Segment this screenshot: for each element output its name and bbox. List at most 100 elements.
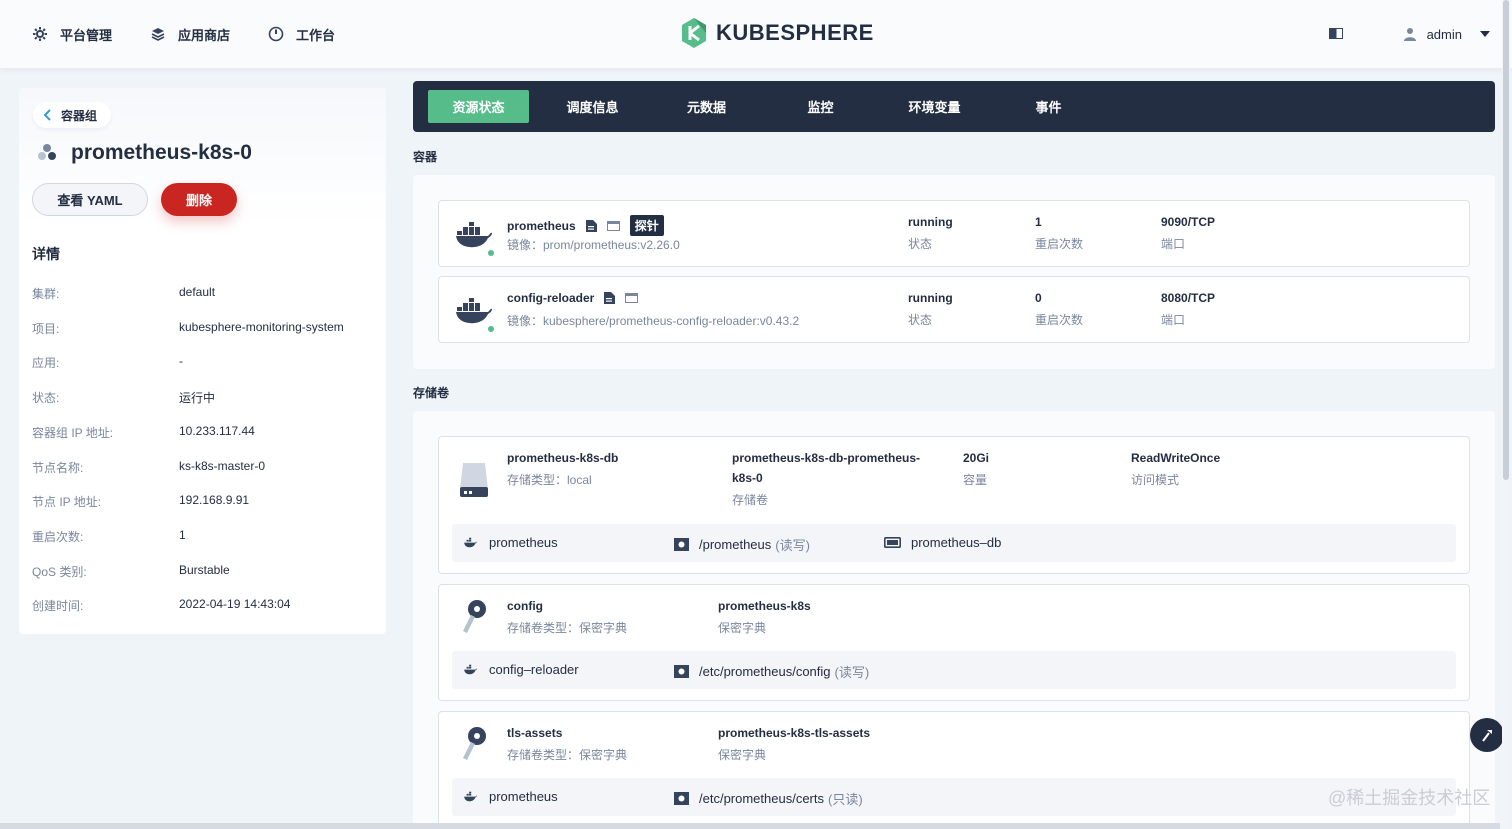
- detail-row: 节点名称: ks-k8s-master-0: [32, 459, 265, 476]
- detail-value: 运行中: [179, 391, 216, 406]
- port-label: 端口: [1161, 313, 1186, 327]
- volume-card[interactable]: tls-assets 存储卷类型：保密字典 prometheus-k8s-tls-…: [438, 711, 1470, 829]
- detail-key: 节点名称:: [32, 460, 84, 475]
- mount-mode: (只读): [828, 792, 863, 807]
- detail-key: 创建时间:: [32, 599, 84, 614]
- view-yaml-button[interactable]: 查看 YAML: [32, 183, 148, 216]
- volume-name-text: tls-assets: [507, 726, 563, 740]
- file-icon[interactable]: [585, 219, 597, 232]
- volume-access-mode: ReadWriteOnce 访问模式: [1131, 451, 1220, 488]
- horizontal-scrollbar[interactable]: [0, 823, 1500, 829]
- detail-value: Burstable: [179, 562, 230, 577]
- terminal-icon[interactable]: [606, 220, 620, 231]
- kubesphere-logo-icon: [682, 18, 706, 48]
- mount-volume: prometheus–db: [884, 535, 1001, 550]
- notification-icon[interactable]: [1329, 28, 1343, 39]
- container-row[interactable]: config-reloader 镜像：kubesphere/prometheus…: [438, 276, 1470, 343]
- restarts-label: 重启次数: [1035, 237, 1084, 251]
- back-label: 容器组: [61, 108, 98, 123]
- disk-icon: [460, 463, 488, 497]
- mount-mode: (读写): [775, 538, 810, 553]
- detail-value: 192.168.9.91: [179, 493, 250, 508]
- key-icon: [463, 600, 486, 633]
- volume-mount-row: prometheus /prometheus (读写) prometheus–db: [452, 524, 1456, 562]
- nav-platform-management[interactable]: 平台管理: [32, 0, 112, 68]
- pod-detail-card: 容器组 prometheus-k8s-0 查看 YAML 删除 详情 集群: de…: [19, 88, 386, 634]
- status-label: 状态: [908, 237, 933, 251]
- probe-badge[interactable]: 探针: [629, 215, 664, 236]
- file-icon[interactable]: [604, 292, 616, 304]
- volume-name-text: config: [507, 599, 543, 613]
- docker-icon: [456, 222, 492, 248]
- port-value: 9090/TCP: [1161, 215, 1216, 229]
- detail-value: ks-k8s-master-0: [179, 458, 266, 473]
- tab-env-vars[interactable]: 环境变量: [884, 90, 985, 123]
- user-icon: [1403, 28, 1416, 41]
- mount-path: /etc/prometheus/config (读写): [674, 662, 869, 681]
- toolbox-button[interactable]: [1470, 718, 1504, 752]
- detail-key: 项目:: [32, 321, 60, 336]
- volume-mount-row: config–reloader /etc/prometheus/config (读…: [452, 651, 1456, 689]
- mount-icon: [674, 665, 689, 678]
- tab-events[interactable]: 事件: [998, 90, 1099, 123]
- container-name-text: config-reloader: [507, 291, 595, 305]
- container-status: running 状态: [908, 215, 953, 252]
- container-port: 8080/TCP 端口: [1161, 291, 1215, 328]
- container-row[interactable]: prometheus 探针 镜像：prom/prometheus:v2.26.0…: [438, 200, 1470, 267]
- page-scrollbar[interactable]: [1502, 0, 1510, 829]
- terminal-icon[interactable]: [625, 293, 639, 303]
- detail-row: 应用: -: [32, 354, 183, 371]
- volume-card[interactable]: prometheus-k8s-db 存储类型：local prometheus-k…: [438, 436, 1470, 574]
- key-icon: [463, 727, 486, 760]
- volume-card[interactable]: config 存储卷类型：保密字典 prometheus-k8s 保密字典 conf…: [438, 584, 1470, 701]
- detail-value: 10.233.117.44: [179, 423, 255, 438]
- tab-scheduling[interactable]: 调度信息: [542, 90, 643, 123]
- chevron-left-icon: [43, 109, 51, 121]
- nav-platform-label: 平台管理: [60, 27, 113, 43]
- tab-bar: 资源状态 调度信息 元数据 监控 环境变量 事件: [413, 81, 1495, 132]
- running-status-dot: [487, 325, 495, 333]
- volume-name-text: prometheus-k8s-db: [507, 451, 619, 465]
- container-name: config-reloader: [507, 291, 639, 305]
- watermark: @稀土掘金技术社区: [1328, 788, 1491, 808]
- detail-row: 创建时间: 2022-04-19 14:43:04: [32, 597, 290, 614]
- mount-mode: (读写): [834, 665, 870, 680]
- restarts-value: 0: [1035, 291, 1042, 305]
- docker-icon: [456, 298, 492, 324]
- nav-app-store[interactable]: 应用商店: [150, 0, 230, 68]
- tab-metadata[interactable]: 元数据: [656, 90, 757, 123]
- volume-type: 存储卷类型：保密字典: [507, 621, 628, 635]
- containers-panel: prometheus 探针 镜像：prom/prometheus:v2.26.0…: [413, 175, 1495, 369]
- access-label: 访问模式: [1131, 473, 1180, 487]
- mount-path: /etc/prometheus/certs (只读): [674, 789, 863, 808]
- tab-monitoring[interactable]: 监控: [770, 90, 871, 123]
- back-to-pods-button[interactable]: 容器组: [33, 102, 112, 128]
- mount-icon: [674, 538, 689, 551]
- volume-name: tls-assets 存储卷类型：保密字典: [507, 726, 627, 763]
- delete-button[interactable]: 删除: [161, 183, 237, 216]
- port-value: 8080/TCP: [1161, 291, 1216, 305]
- volume-icon: [884, 537, 901, 548]
- details-title: 详情: [32, 246, 60, 262]
- nav-appstore-label: 应用商店: [178, 27, 231, 43]
- scrollbar-thumb[interactable]: [1503, 0, 1509, 480]
- nav-workbench[interactable]: 工作台: [268, 0, 335, 68]
- pvc-name-line2: k8s-0: [732, 471, 763, 485]
- detail-row: 集群: default: [32, 285, 215, 302]
- user-menu[interactable]: admin: [1403, 0, 1490, 68]
- pvc-name-line1: prometheus-k8s-db-prometheus-: [732, 451, 921, 465]
- secret-name: prometheus-k8s: [718, 599, 811, 613]
- status-value: running: [908, 291, 953, 305]
- container-image: 镜像：kubesphere/prometheus-config-reloader…: [507, 314, 800, 328]
- tab-resource-status[interactable]: 资源状态: [428, 90, 529, 123]
- docker-icon: [464, 537, 477, 547]
- volume-name: prometheus-k8s-db 存储类型：local: [507, 451, 618, 488]
- detail-row: 节点 IP 地址: 192.168.9.91: [32, 493, 249, 510]
- detail-value: -: [179, 354, 183, 369]
- detail-value: 2022-04-19 14:43:04: [179, 597, 291, 612]
- container-name-text: prometheus: [507, 218, 576, 233]
- port-label: 端口: [1161, 237, 1186, 251]
- logo-text: KUBESPHERE: [716, 20, 874, 45]
- kubesphere-logo[interactable]: KUBESPHERE: [680, 16, 874, 50]
- detail-value: kubesphere-monitoring-system: [179, 319, 344, 334]
